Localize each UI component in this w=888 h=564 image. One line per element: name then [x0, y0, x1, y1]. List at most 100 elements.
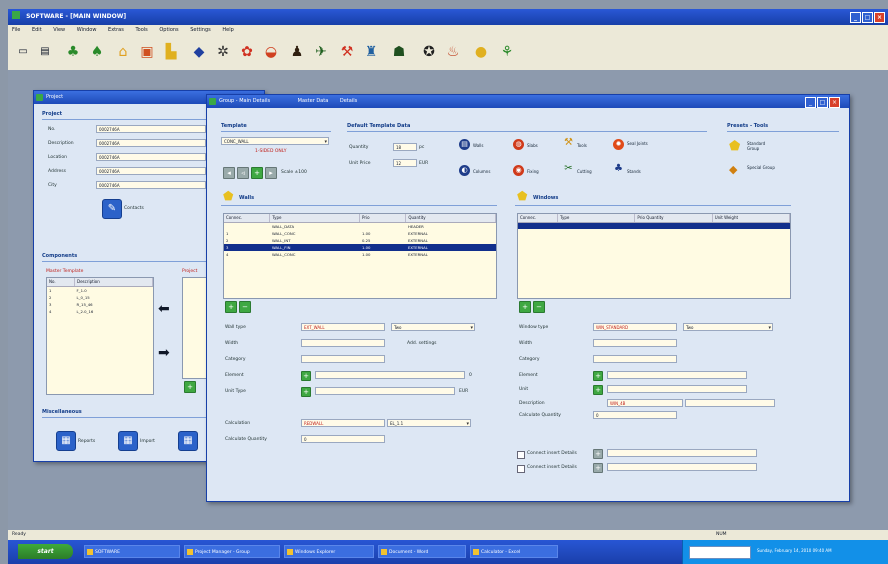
cutting-button-label[interactable]: Cutting: [577, 169, 592, 174]
slab-icon[interactable]: ◍: [513, 139, 524, 150]
edit-window-icon[interactable]: −: [533, 301, 545, 313]
menu-window[interactable]: Window: [77, 27, 97, 33]
house-icon[interactable]: ⌂: [112, 40, 134, 64]
minimize-button[interactable]: _: [805, 97, 816, 108]
window-description-extra[interactable]: [685, 399, 775, 407]
fixing-button-label[interactable]: Fixing: [527, 169, 539, 174]
window-side-select[interactable]: Two: [683, 323, 773, 332]
start-button[interactable]: start: [18, 544, 73, 559]
add-icon[interactable]: +: [184, 381, 196, 393]
tree-icon[interactable]: ♠: [86, 40, 108, 64]
window-width-field[interactable]: [593, 339, 677, 347]
window-unit-pick-icon[interactable]: +: [593, 385, 603, 395]
truck-icon[interactable]: ◆: [188, 40, 210, 64]
seal-icon[interactable]: ✹: [613, 139, 624, 150]
factory-icon[interactable]: ▙: [160, 40, 182, 64]
arrow-left-icon[interactable]: ⬅: [158, 301, 170, 317]
template-list[interactable]: No. Description 1 F_1.0 2 L_0_15 3 R_15_46 4…: [46, 277, 154, 395]
bottle-icon[interactable]: ♨: [442, 40, 464, 64]
taskbar-item[interactable]: Windows Explorer: [284, 545, 374, 558]
fixing-icon[interactable]: ◉: [513, 165, 524, 176]
windows-table[interactable]: Connec. Type Prio Quantity Unit Weight: [517, 213, 791, 299]
table-row[interactable]: 1 WALL_CONC 1.00 EXTERNAL: [224, 230, 496, 237]
contacts-icon[interactable]: ✎: [102, 199, 122, 219]
list-item[interactable]: 1 F_1.0: [47, 287, 153, 294]
chart-icon[interactable]: ☗: [388, 40, 410, 64]
detail-window[interactable]: Group - Main Details Master Data Details…: [206, 94, 850, 502]
unit-price-field[interactable]: 12: [393, 159, 417, 167]
menu-extras[interactable]: Extras: [108, 27, 124, 33]
menu-help[interactable]: Help: [222, 27, 233, 33]
add-settings-label[interactable]: Add. settings: [407, 341, 437, 346]
hat-icon[interactable]: ◒: [260, 40, 282, 64]
edit-wall-icon[interactable]: −: [239, 301, 251, 313]
tab-details[interactable]: Details: [340, 98, 357, 104]
fuel-icon[interactable]: ♜: [360, 40, 382, 64]
wall-type-field[interactable]: EXT_WALL: [301, 323, 385, 331]
tree-icon[interactable]: ♣: [62, 40, 84, 64]
taskbar-item[interactable]: Document - Word: [378, 545, 466, 558]
table-row-selected[interactable]: 3 WALL_FIN 1.00 EXTERNAL: [224, 244, 496, 251]
calculation-select[interactable]: EL_1.1: [387, 419, 471, 428]
calc-quantity-field[interactable]: 0: [301, 435, 385, 443]
column-icon[interactable]: ◐: [459, 165, 470, 176]
star-icon[interactable]: ✪: [418, 40, 440, 64]
slabs-button-label[interactable]: Slabs: [527, 143, 538, 148]
seal-joints-button-label[interactable]: Seal Joints: [627, 141, 651, 146]
flower-icon[interactable]: ✿: [236, 40, 258, 64]
standard-group-label[interactable]: Standard Group: [747, 141, 775, 151]
menu-file[interactable]: File: [12, 27, 20, 33]
standard-group-icon[interactable]: ⬟: [729, 139, 740, 154]
nav-next-icon[interactable]: ▸: [265, 167, 277, 179]
description-field[interactable]: 0002746A: [96, 139, 206, 147]
minimize-button[interactable]: _: [850, 12, 861, 23]
special-group-label[interactable]: Special Group: [747, 165, 775, 170]
walls-button-label[interactable]: Walls: [473, 143, 483, 148]
calculation-field[interactable]: REDWALL: [301, 419, 385, 427]
walls-table[interactable]: Connec. Type Prio Quantity WALL_DATA HEAD…: [223, 213, 497, 299]
stands-button-label[interactable]: Stands: [627, 169, 641, 174]
machine-icon[interactable]: ✈: [310, 40, 332, 64]
taskbar-item[interactable]: SOFTWARE: [84, 545, 180, 558]
window-description-field[interactable]: WIN_4B: [607, 399, 683, 407]
taskbar-item[interactable]: Project Manager - Group: [184, 545, 280, 558]
mill-icon[interactable]: ✲: [212, 40, 234, 64]
menu-edit[interactable]: Edit: [32, 27, 42, 33]
connect-insert-checkbox[interactable]: [517, 465, 525, 473]
list-item[interactable]: 4 L_2.0_16: [47, 308, 153, 315]
quantity-field[interactable]: 18: [393, 143, 417, 151]
person-icon[interactable]: ♟: [286, 40, 308, 64]
table-row[interactable]: 2 WALL_INT 0.25 EXTERNAL: [224, 237, 496, 244]
width-field[interactable]: [301, 339, 385, 347]
project-no-field[interactable]: 0002746A: [96, 125, 206, 133]
connect-insert-field[interactable]: [607, 463, 757, 471]
element-pick-icon[interactable]: +: [301, 371, 311, 381]
element-field[interactable]: [315, 371, 465, 379]
maximize-button[interactable]: □: [817, 97, 828, 108]
close-button[interactable]: ×: [874, 12, 885, 23]
wall-icon[interactable]: ▤: [459, 139, 470, 150]
unit-type-pick-icon[interactable]: +: [301, 387, 311, 397]
special-group-icon[interactable]: ◆: [729, 163, 737, 176]
window-category-field[interactable]: [593, 355, 677, 363]
maximize-button[interactable]: □: [862, 12, 873, 23]
nav-add-icon[interactable]: +: [251, 167, 263, 179]
shop-icon[interactable]: ▣: [136, 40, 158, 64]
address-field[interactable]: 0002746A: [96, 167, 206, 175]
window-element-pick-icon[interactable]: +: [593, 371, 603, 381]
table-row[interactable]: 4 WALL_CONC 1.00 EXTERNAL: [224, 251, 496, 258]
export-icon[interactable]: ▦: [178, 431, 198, 451]
menu-view[interactable]: View: [53, 27, 65, 33]
table-row[interactable]: WALL_DATA HEADER: [224, 223, 496, 230]
list-item[interactable]: 2 L_0_15: [47, 294, 153, 301]
tray-search-field[interactable]: [689, 546, 751, 559]
columns-button-label[interactable]: Columns: [473, 169, 490, 174]
menu-options[interactable]: Options: [159, 27, 178, 33]
stand-icon[interactable]: ♣: [613, 163, 624, 174]
window-calc-quantity-field[interactable]: 0: [593, 411, 677, 419]
new-icon[interactable]: ▭: [12, 40, 34, 64]
connect-insert-field[interactable]: [607, 449, 757, 457]
connect-insert-checkbox[interactable]: [517, 451, 525, 459]
city-field[interactable]: 0002746A: [96, 181, 206, 189]
menu-settings[interactable]: Settings: [190, 27, 211, 33]
